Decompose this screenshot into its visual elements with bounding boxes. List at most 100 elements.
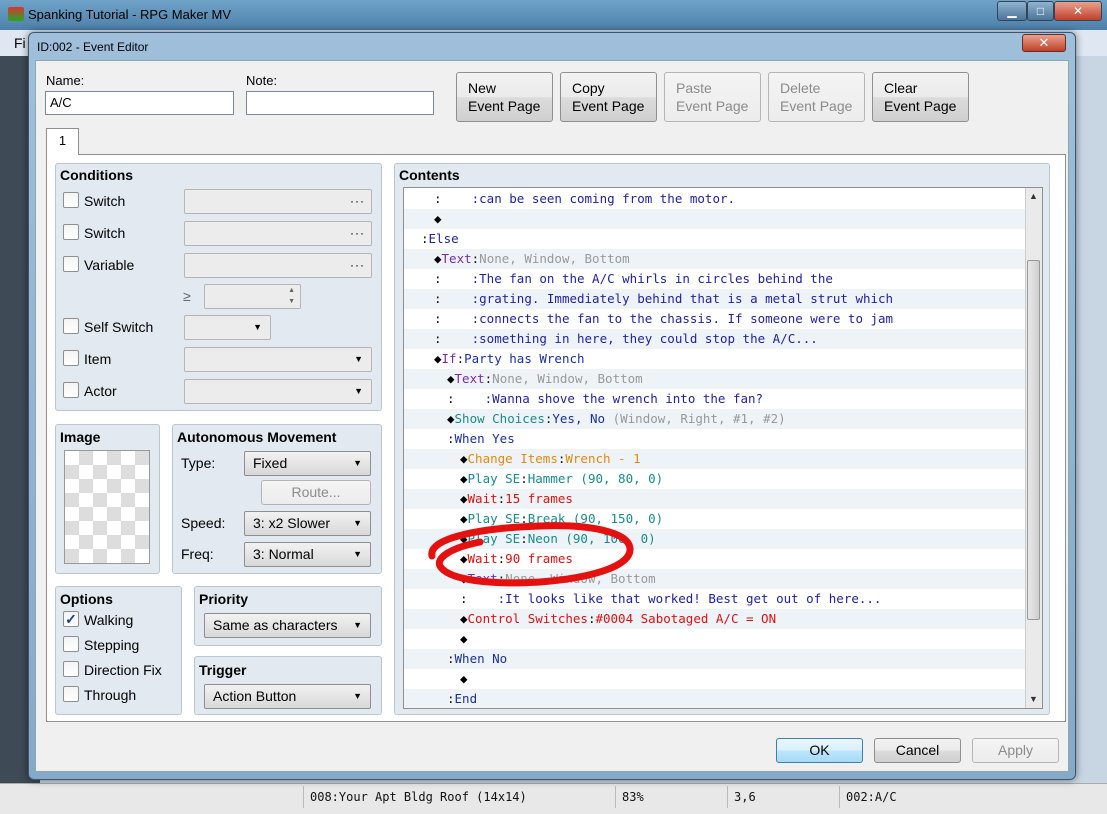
speed-value: 3: x2 Slower	[253, 515, 331, 531]
command-text: Wait	[467, 491, 498, 506]
variable-label: Variable	[84, 257, 135, 273]
scrollbar-thumb[interactable]	[1027, 260, 1040, 620]
command-row[interactable]: ◆Text:None, Window, Bottom	[404, 249, 1028, 269]
command-row[interactable]: ◆Change Items:Wrench - 1	[404, 449, 1028, 469]
menu-file[interactable]: Fi	[14, 35, 26, 51]
delete-event-page-button[interactable]: Delete Event Page	[768, 72, 865, 122]
actor-select[interactable]: ▼	[184, 379, 372, 404]
movement-type-select[interactable]: Fixed ▼	[244, 451, 371, 476]
command-row[interactable]: : :connects the fan to the chassis. If s…	[404, 309, 1028, 329]
command-row[interactable]: : :The fan on the A/C whirls in circles …	[404, 269, 1028, 289]
minimize-icon[interactable]: ▁	[997, 1, 1027, 21]
command-row[interactable]: : :grating. Immediately behind that is a…	[404, 289, 1028, 309]
switch1-checkbox[interactable]	[63, 192, 79, 208]
actor-label: Actor	[84, 383, 117, 399]
apply-button[interactable]: Apply	[972, 738, 1059, 763]
trigger-select[interactable]: Action Button ▼	[204, 684, 371, 709]
switch2-checkbox[interactable]	[63, 224, 79, 240]
tab-page-1[interactable]: 1	[46, 128, 79, 155]
priority-select[interactable]: Same as characters ▼	[204, 613, 371, 638]
command-text: :	[421, 231, 429, 246]
ok-button[interactable]: OK	[776, 738, 863, 763]
freq-select[interactable]: 3: Normal ▼	[244, 542, 371, 567]
spin-up-icon[interactable]: ▲	[288, 286, 295, 296]
chevron-down-icon: ▼	[353, 518, 362, 528]
command-text: :	[447, 431, 455, 446]
trigger-value: Action Button	[213, 688, 297, 704]
variable-value-spinner[interactable]: ▲ ▼	[204, 284, 301, 309]
new-event-page-button[interactable]: New Event Page	[456, 72, 553, 122]
self-switch-checkbox[interactable]	[63, 318, 79, 334]
note-label: Note:	[246, 73, 278, 88]
dialog-close-icon[interactable]: ✕	[1022, 34, 1066, 52]
new-l1: New	[468, 80, 497, 96]
paste-l2: Event Page	[676, 98, 749, 114]
copy-event-page-button[interactable]: Copy Event Page	[560, 72, 657, 122]
name-input[interactable]: A/C	[45, 91, 234, 115]
self-switch-select[interactable]: ▼	[184, 315, 271, 340]
command-diamond-icon: ◆	[460, 631, 468, 646]
actor-checkbox[interactable]	[63, 382, 79, 398]
close-icon[interactable]: ✕	[1054, 1, 1102, 21]
command-row[interactable]: ◆Wait:15 frames	[404, 489, 1028, 509]
chevron-down-icon: ▼	[353, 458, 362, 468]
command-row[interactable]: :When Yes	[404, 429, 1028, 449]
scroll-down-icon[interactable]: ▼	[1025, 691, 1042, 708]
command-diamond-icon: ◆	[460, 471, 468, 486]
command-row[interactable]: ◆	[404, 209, 1028, 229]
command-text: :	[447, 391, 455, 406]
chevron-down-icon: ▼	[253, 322, 262, 332]
variable-select[interactable]: ···	[184, 253, 372, 278]
command-row[interactable]: ◆Show Choices:Yes, No (Window, Right, #1…	[404, 409, 1028, 429]
command-row[interactable]: ◆Play SE:Hammer (90, 80, 0)	[404, 469, 1028, 489]
command-row[interactable]: ◆Text:None, Window, Bottom	[404, 369, 1028, 389]
command-row[interactable]: :When No	[404, 649, 1028, 669]
command-list[interactable]: : :can be seen coming from the motor. ◆:E…	[403, 187, 1043, 709]
command-row[interactable]: ◆	[404, 669, 1028, 689]
new-l2: Event Page	[468, 98, 541, 114]
walking-checkbox[interactable]: ✓	[63, 611, 79, 627]
variable-checkbox[interactable]	[63, 256, 79, 272]
switch1-select[interactable]: ···	[184, 189, 372, 214]
speed-label: Speed:	[181, 515, 226, 531]
item-checkbox[interactable]	[63, 350, 79, 366]
status-coords: 3,6	[727, 786, 837, 808]
command-row[interactable]: ◆	[404, 629, 1028, 649]
spin-down-icon[interactable]: ▼	[288, 297, 295, 307]
command-row[interactable]: : :can be seen coming from the motor.	[404, 189, 1028, 209]
command-row[interactable]: :End	[404, 689, 1028, 708]
stepping-label: Stepping	[84, 637, 140, 653]
route-button[interactable]: Route...	[261, 480, 371, 505]
stepping-checkbox[interactable]	[63, 636, 79, 652]
command-text: Show Choices	[454, 411, 545, 426]
chevron-down-icon: ▼	[354, 386, 363, 396]
status-zoom: 83%	[615, 786, 725, 808]
direction-fix-checkbox[interactable]	[63, 661, 79, 677]
command-row[interactable]: : :something in here, they could stop th…	[404, 329, 1028, 349]
paste-event-page-button[interactable]: Paste Event Page	[664, 72, 761, 122]
speed-select[interactable]: 3: x2 Slower ▼	[244, 511, 371, 536]
through-checkbox[interactable]	[63, 686, 79, 702]
command-text: #0004 Sabotaged A/C = ON	[595, 611, 777, 626]
app-title: Spanking Tutorial - RPG Maker MV	[28, 7, 232, 22]
event-image-preview[interactable]	[64, 450, 150, 564]
maximize-icon[interactable]: □	[1027, 1, 1054, 21]
clear-event-page-button[interactable]: Clear Event Page	[872, 72, 969, 122]
command-row[interactable]: : :Wanna shove the wrench into the fan?	[404, 389, 1028, 409]
clear-l2: Event Page	[884, 98, 957, 114]
note-input[interactable]	[246, 91, 434, 115]
command-row[interactable]: ◆If:Party has Wrench	[404, 349, 1028, 369]
command-row[interactable]: ◆Control Switches:#0004 Sabotaged A/C = …	[404, 609, 1028, 629]
switch1-label: Switch	[84, 193, 126, 209]
chevron-down-icon: ▼	[353, 549, 362, 559]
cancel-button[interactable]: Cancel	[874, 738, 961, 763]
type-label: Type:	[181, 455, 216, 471]
status-map: 008:Your Apt Bldg Roof (14x14)	[303, 786, 613, 808]
item-select[interactable]: ▼	[184, 347, 372, 372]
status-event: 002:A/C	[839, 786, 1059, 808]
command-row[interactable]: :Else	[404, 229, 1028, 249]
scroll-up-icon[interactable]: ▲	[1025, 188, 1042, 205]
switch2-select[interactable]: ···	[184, 221, 372, 246]
command-text: Party has Wrench	[464, 351, 585, 366]
delete-l2: Event Page	[780, 98, 853, 114]
